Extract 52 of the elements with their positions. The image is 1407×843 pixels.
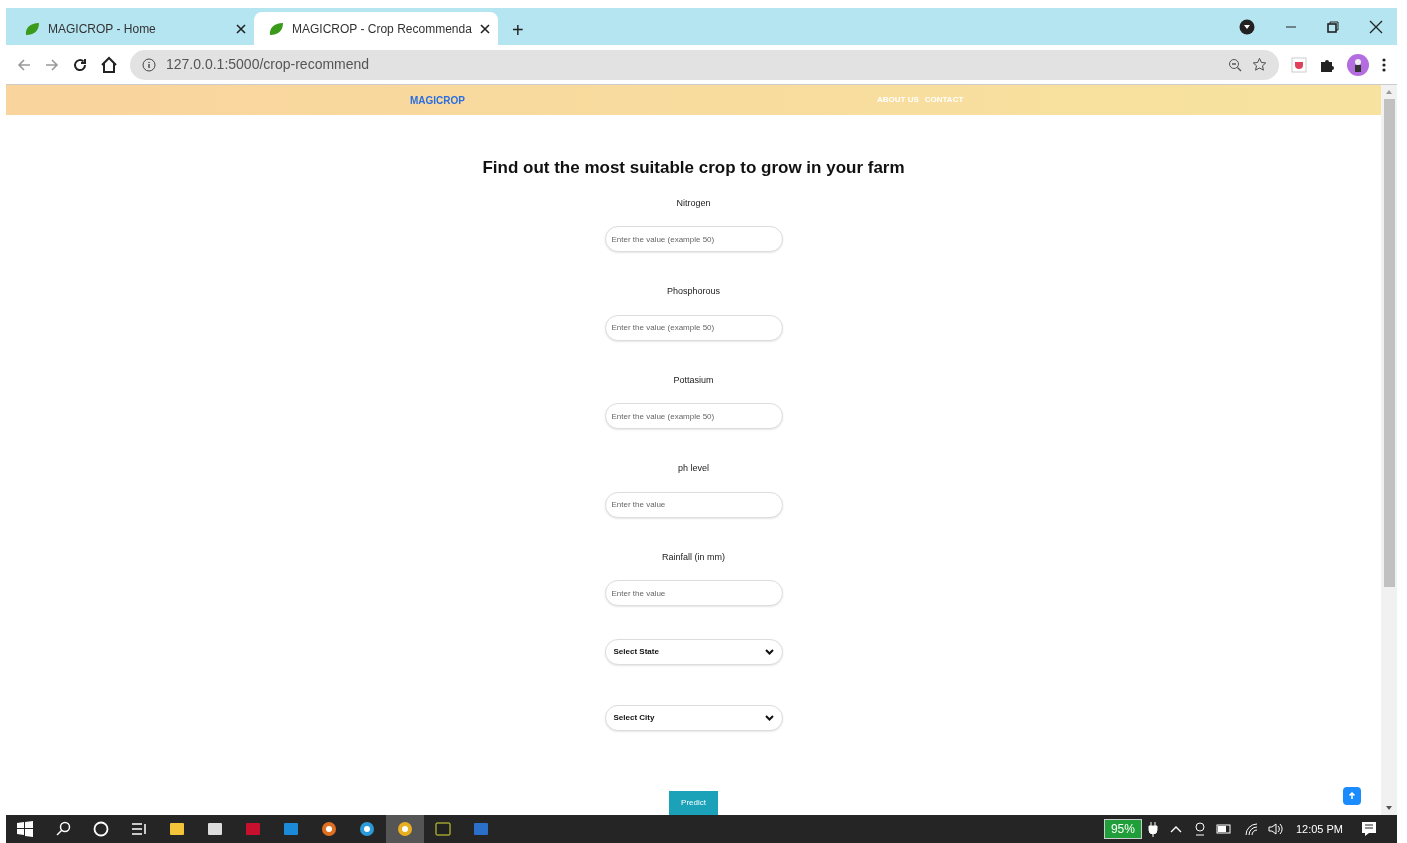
field-label: Nitrogen xyxy=(676,196,711,210)
browser-tab[interactable]: MAGICROP - Crop Recommenda xyxy=(254,12,498,45)
browser-tab[interactable]: MAGICROP - Home xyxy=(10,12,254,45)
avatar-icon[interactable] xyxy=(1347,53,1369,76)
close-icon[interactable] xyxy=(480,23,490,34)
field-label: Phosphorous xyxy=(666,285,720,298)
restore-icon[interactable] xyxy=(1327,20,1339,33)
battery-icon[interactable] xyxy=(1215,824,1232,834)
input-field[interactable]: Enter the value xyxy=(604,580,783,606)
chevron-down-icon xyxy=(764,649,774,655)
notification-icon[interactable] xyxy=(1361,821,1377,837)
back-to-top-button[interactable] xyxy=(1343,787,1361,805)
zoom-out-icon[interactable] xyxy=(1228,57,1242,72)
reload-icon[interactable] xyxy=(72,56,88,73)
input-field[interactable]: Enter the value (example 50) xyxy=(604,403,783,429)
plug-icon xyxy=(1147,821,1158,837)
scrollbar[interactable] xyxy=(1381,85,1397,815)
home-icon[interactable] xyxy=(100,55,118,74)
field-label: Rainfall (in mm) xyxy=(662,550,725,564)
input-field[interactable]: Enter the value xyxy=(604,491,783,518)
field-label: Pottasium xyxy=(673,373,714,387)
chevron-up-icon[interactable] xyxy=(1169,824,1182,834)
close-icon[interactable] xyxy=(236,23,246,34)
menu-icon[interactable] xyxy=(1381,56,1387,73)
new-tab-button[interactable]: + xyxy=(506,19,530,41)
pocket-icon[interactable] xyxy=(1291,56,1307,73)
windows-icon xyxy=(17,821,33,837)
arrow-up-icon xyxy=(1348,792,1356,800)
speaker-icon[interactable] xyxy=(1267,822,1284,836)
input-field[interactable]: Enter the value (example 50) xyxy=(604,314,783,341)
brand-link[interactable]: MAGICROP xyxy=(410,92,465,108)
info-icon[interactable] xyxy=(142,57,156,72)
close-icon[interactable] xyxy=(1369,19,1383,34)
forward-icon[interactable] xyxy=(44,56,60,73)
chevron-down-icon xyxy=(764,715,774,721)
input-field[interactable]: Enter the value (example 50) xyxy=(604,226,783,252)
select-dropdown[interactable]: Select State xyxy=(604,639,783,665)
leaf-icon xyxy=(268,21,284,36)
field-label: ph level xyxy=(678,462,709,475)
media-control-icon[interactable] xyxy=(1239,18,1255,35)
battery-percentage: 95% xyxy=(1103,819,1142,839)
address-bar[interactable]: 127.0.0.1:5000/crop-recommend xyxy=(130,49,1279,80)
select-dropdown[interactable]: Select City xyxy=(604,705,783,731)
url-text: 127.0.0.1:5000/crop-recommend xyxy=(166,55,371,74)
scroll-down-icon[interactable] xyxy=(1385,805,1393,811)
leaf-icon xyxy=(24,21,40,36)
clock-text[interactable]: 12:05 PM xyxy=(1295,820,1343,838)
webcam-icon[interactable] xyxy=(1193,821,1206,837)
star-icon[interactable] xyxy=(1252,57,1267,72)
page-heading: Find out the most suitable crop to grow in your farm xyxy=(482,157,905,179)
back-icon[interactable] xyxy=(16,56,32,73)
wifi-icon[interactable] xyxy=(1243,822,1260,836)
